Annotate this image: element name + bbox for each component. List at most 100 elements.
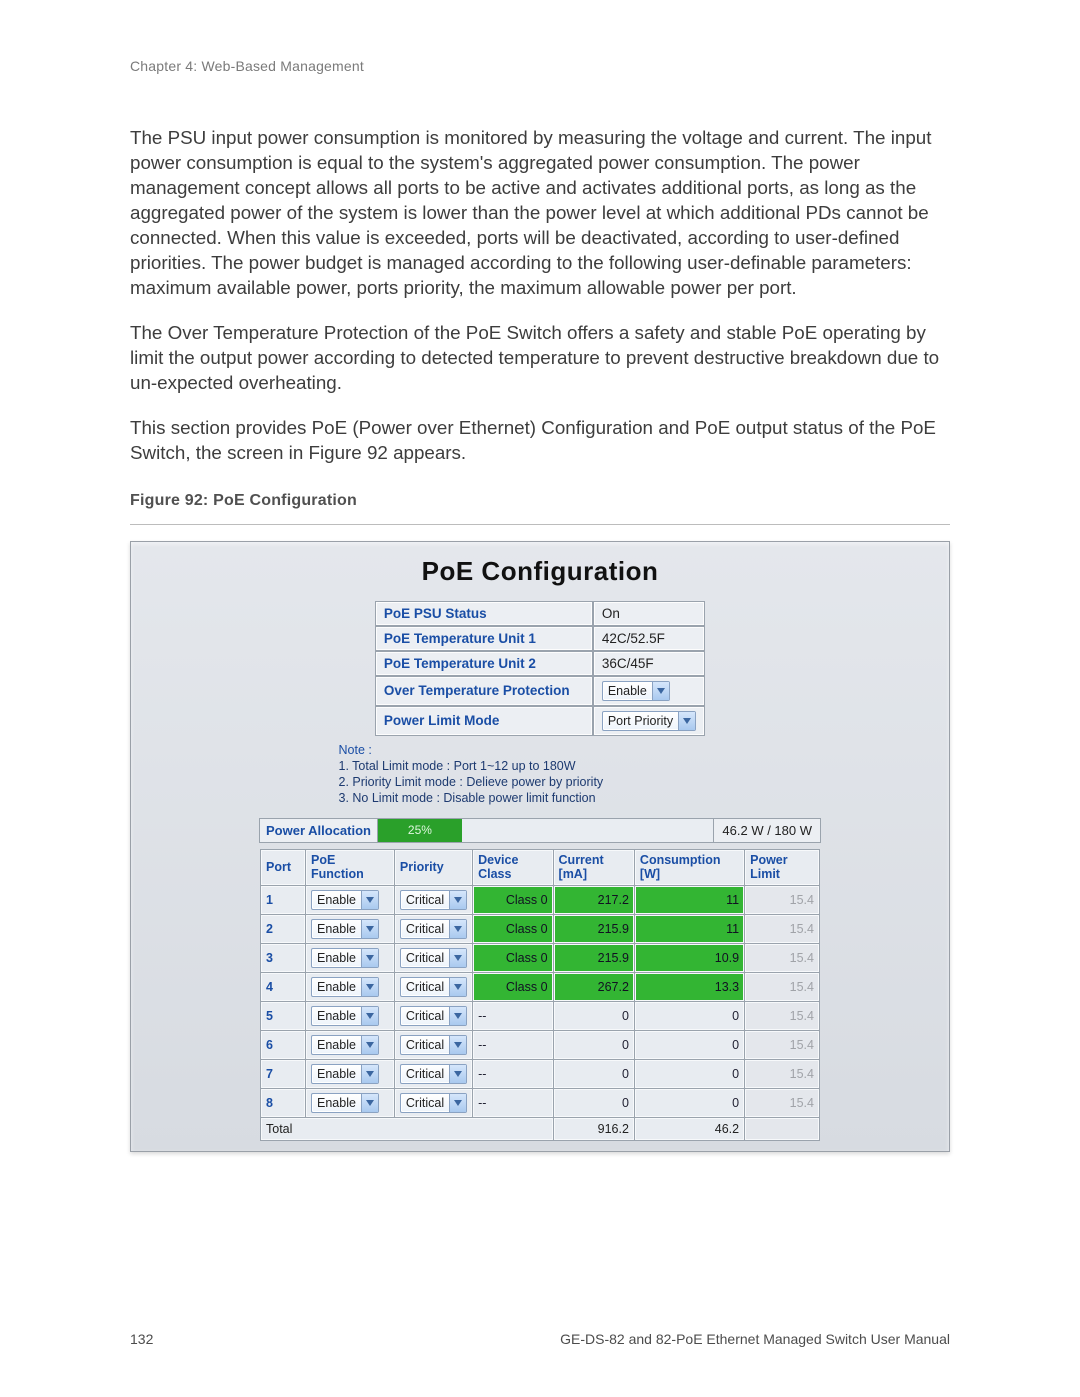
table-row: 5EnableCritical--0015.4 <box>261 1002 820 1031</box>
select-value: Enable <box>312 893 361 907</box>
cell-device-class: -- <box>473 1031 553 1060</box>
row-select[interactable]: Critical <box>400 890 467 910</box>
col-priority: Priority <box>394 849 472 886</box>
cell-device-class: Class 0 <box>473 973 553 1002</box>
temp-unit2-value: 36C/45F <box>593 651 705 676</box>
chevron-down-icon <box>449 1036 466 1054</box>
select-value: Critical <box>401 1038 449 1052</box>
cell-port: 8 <box>261 1089 306 1118</box>
total-label: Total <box>261 1118 554 1141</box>
total-consumption: 46.2 <box>634 1118 744 1141</box>
cell-power-limit: 15.4 <box>745 973 820 1002</box>
row-select[interactable]: Critical <box>400 1064 467 1084</box>
power-limit-mode-select[interactable]: Port Priority <box>602 711 696 731</box>
row-select[interactable]: Enable <box>311 1035 379 1055</box>
row-select[interactable]: Enable <box>311 919 379 939</box>
over-temp-select[interactable]: Enable <box>602 681 670 701</box>
row-select[interactable]: Enable <box>311 890 379 910</box>
chevron-down-icon <box>449 1065 466 1083</box>
table-row: 1EnableCriticalClass 0217.21115.4 <box>261 886 820 915</box>
cell-current: 215.9 <box>553 915 634 944</box>
note-line: 2. Priority Limit mode : Delieve power b… <box>339 775 604 789</box>
temp-unit2-label: PoE Temperature Unit 2 <box>375 651 593 676</box>
cell-priority: Critical <box>394 973 472 1002</box>
cell-poe-function: Enable <box>306 886 395 915</box>
select-value: Critical <box>401 922 449 936</box>
cell-power-limit: 15.4 <box>745 1060 820 1089</box>
select-value: Critical <box>401 893 449 907</box>
select-value: Enable <box>312 1009 361 1023</box>
select-value: Enable <box>603 684 652 698</box>
chevron-down-icon <box>361 1036 378 1054</box>
cell-port: 1 <box>261 886 306 915</box>
note-block: Note : 1. Total Limit mode : Port 1~12 u… <box>337 740 744 806</box>
cell-priority: Critical <box>394 1089 472 1118</box>
chevron-down-icon <box>361 978 378 996</box>
cell-current: 217.2 <box>553 886 634 915</box>
allocation-ratio: 46.2 W / 180 W <box>714 819 820 842</box>
chevron-down-icon <box>361 1007 378 1025</box>
cell-consumption: 11 <box>634 915 744 944</box>
row-select[interactable]: Critical <box>400 948 467 968</box>
figure-divider <box>130 524 950 525</box>
doc-title: GE-DS-82 and 82-PoE Ethernet Managed Swi… <box>560 1331 950 1347</box>
chevron-down-icon <box>361 949 378 967</box>
note-line: 3. No Limit mode : Disable power limit f… <box>339 791 596 805</box>
col-current: Current [mA] <box>553 849 634 886</box>
cell-power-limit: 15.4 <box>745 1002 820 1031</box>
power-limit-mode-label: Power Limit Mode <box>375 706 593 736</box>
row-select[interactable]: Critical <box>400 977 467 997</box>
note-line: 1. Total Limit mode : Port 1~12 up to 18… <box>339 759 576 773</box>
row-select[interactable]: Enable <box>311 977 379 997</box>
page-number: 132 <box>130 1331 153 1347</box>
cell-poe-function: Enable <box>306 1089 395 1118</box>
cell-power-limit: 15.4 <box>745 1089 820 1118</box>
chevron-down-icon <box>449 978 466 996</box>
cell-priority: Critical <box>394 1060 472 1089</box>
power-limit-mode-value: Port Priority <box>593 706 705 736</box>
row-select[interactable]: Critical <box>400 1035 467 1055</box>
col-port: Port <box>261 849 306 886</box>
cell-port: 3 <box>261 944 306 973</box>
table-row: 2EnableCriticalClass 0215.91115.4 <box>261 915 820 944</box>
body-paragraph: The Over Temperature Protection of the P… <box>130 321 950 396</box>
row-select[interactable]: Enable <box>311 1093 379 1113</box>
poe-config-screenshot: PoE Configuration PoE PSU Status On PoE … <box>130 541 950 1153</box>
total-power-limit <box>745 1118 820 1141</box>
cell-power-limit: 15.4 <box>745 915 820 944</box>
row-select[interactable]: Enable <box>311 948 379 968</box>
cell-device-class: Class 0 <box>473 944 553 973</box>
cell-poe-function: Enable <box>306 1002 395 1031</box>
select-value: Enable <box>312 922 361 936</box>
cell-device-class: -- <box>473 1002 553 1031</box>
figure-caption: Figure 92: PoE Configuration <box>130 492 950 510</box>
cell-consumption: 0 <box>634 1031 744 1060</box>
row-select[interactable]: Critical <box>400 1006 467 1026</box>
table-row: 3EnableCriticalClass 0215.910.915.4 <box>261 944 820 973</box>
col-consumption: Consumption [W] <box>634 849 744 886</box>
cell-power-limit: 15.4 <box>745 944 820 973</box>
over-temp-label: Over Temperature Protection <box>375 676 593 706</box>
cell-poe-function: Enable <box>306 944 395 973</box>
select-value: Critical <box>401 1096 449 1110</box>
cell-current: 0 <box>553 1060 634 1089</box>
cell-port: 6 <box>261 1031 306 1060</box>
cell-port: 7 <box>261 1060 306 1089</box>
table-row: 6EnableCritical--0015.4 <box>261 1031 820 1060</box>
row-select[interactable]: Critical <box>400 919 467 939</box>
cell-priority: Critical <box>394 1031 472 1060</box>
row-select[interactable]: Enable <box>311 1006 379 1026</box>
select-value: Enable <box>312 1067 361 1081</box>
cell-priority: Critical <box>394 1002 472 1031</box>
row-select[interactable]: Critical <box>400 1093 467 1113</box>
cell-consumption: 10.9 <box>634 944 744 973</box>
power-allocation-bar: Power Allocation 25% 46.2 W / 180 W <box>259 818 821 843</box>
note-title: Note : <box>339 743 372 757</box>
cell-priority: Critical <box>394 915 472 944</box>
cell-consumption: 11 <box>634 886 744 915</box>
cell-poe-function: Enable <box>306 1031 395 1060</box>
psu-status-label: PoE PSU Status <box>375 601 593 626</box>
cell-priority: Critical <box>394 886 472 915</box>
row-select[interactable]: Enable <box>311 1064 379 1084</box>
col-power-limit: Power Limit <box>745 849 820 886</box>
